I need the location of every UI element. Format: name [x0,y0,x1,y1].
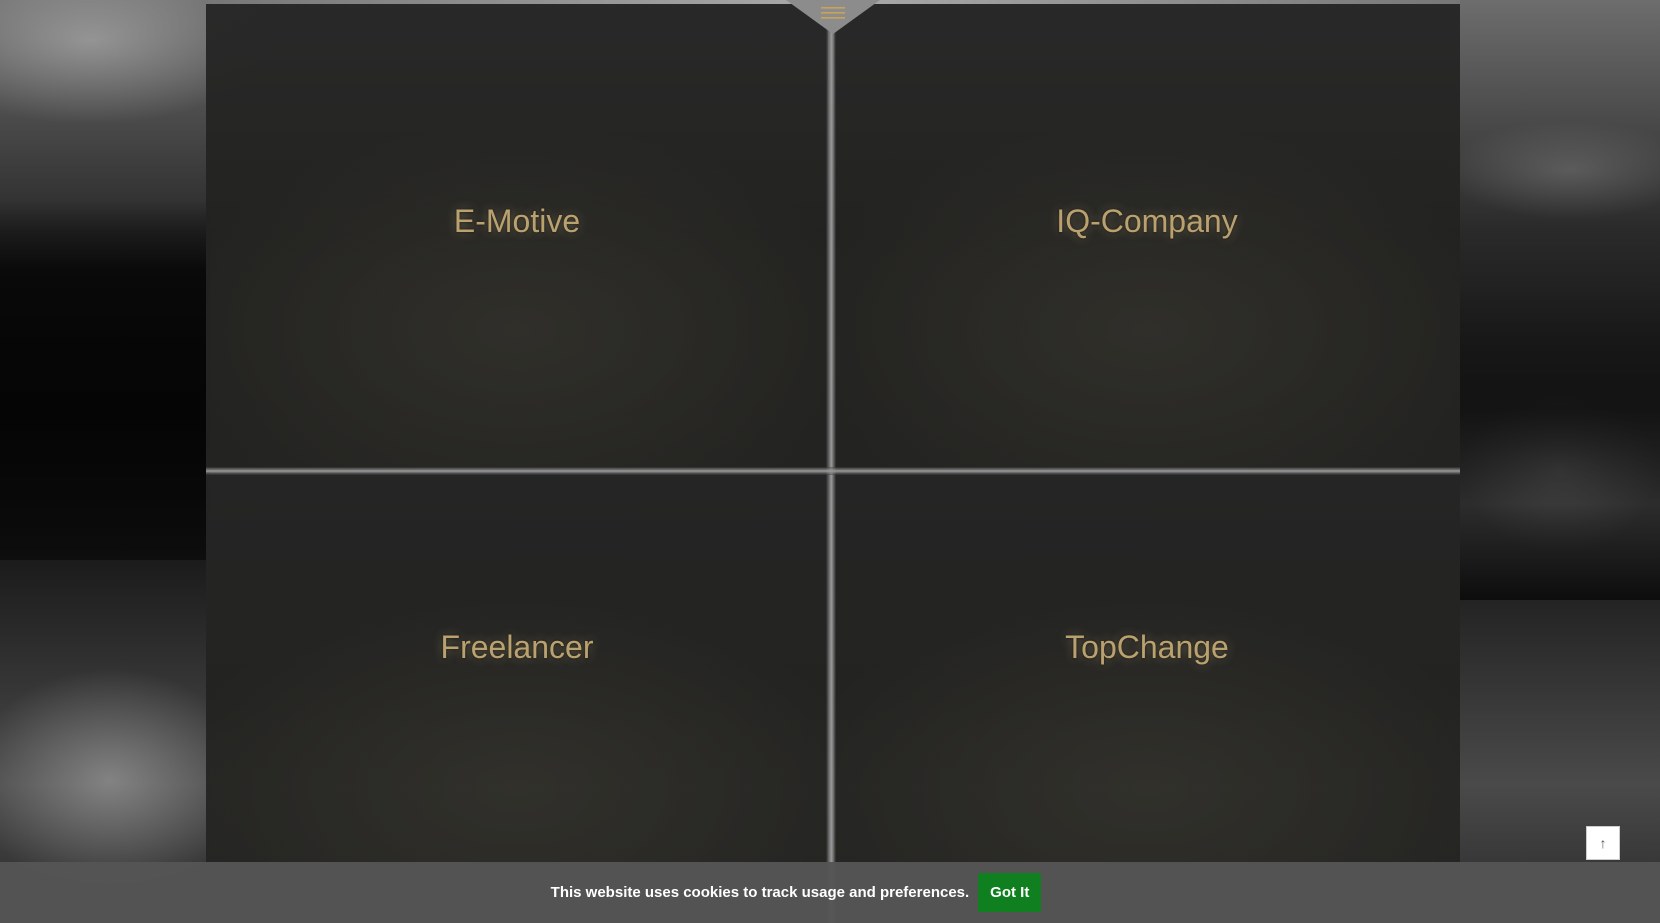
background-trees-right [1460,280,1660,600]
scroll-to-top-button[interactable]: ↑ [1586,826,1620,860]
horizontal-divider [206,467,1460,475]
tile-topchange[interactable]: TopChange [834,474,1460,923]
vertical-divider [826,0,836,923]
tile-label: IQ-Company [1056,203,1238,239]
cookie-message: This website uses cookies to track usage… [550,884,970,901]
tile-label: Freelancer [440,629,594,665]
tile-freelancer[interactable]: Freelancer [206,474,828,923]
arrow-up-icon: ↑ [1599,835,1607,851]
cookie-consent-bar: This website uses cookies to track usage… [0,862,1660,923]
tile-e-motive[interactable]: E-Motive [206,4,828,469]
tile-label: E-Motive [453,203,581,239]
background-trees-left [0,200,210,560]
tile-label: TopChange [1065,629,1229,665]
tile-grid: E-Motive IQ-Company Freelancer TopChange [206,0,1460,923]
menu-toggle-button[interactable] [786,0,880,34]
hamburger-menu-icon [786,0,880,34]
tile-iq-company[interactable]: IQ-Company [834,4,1460,469]
accept-cookies-button[interactable]: Got It [978,873,1042,912]
